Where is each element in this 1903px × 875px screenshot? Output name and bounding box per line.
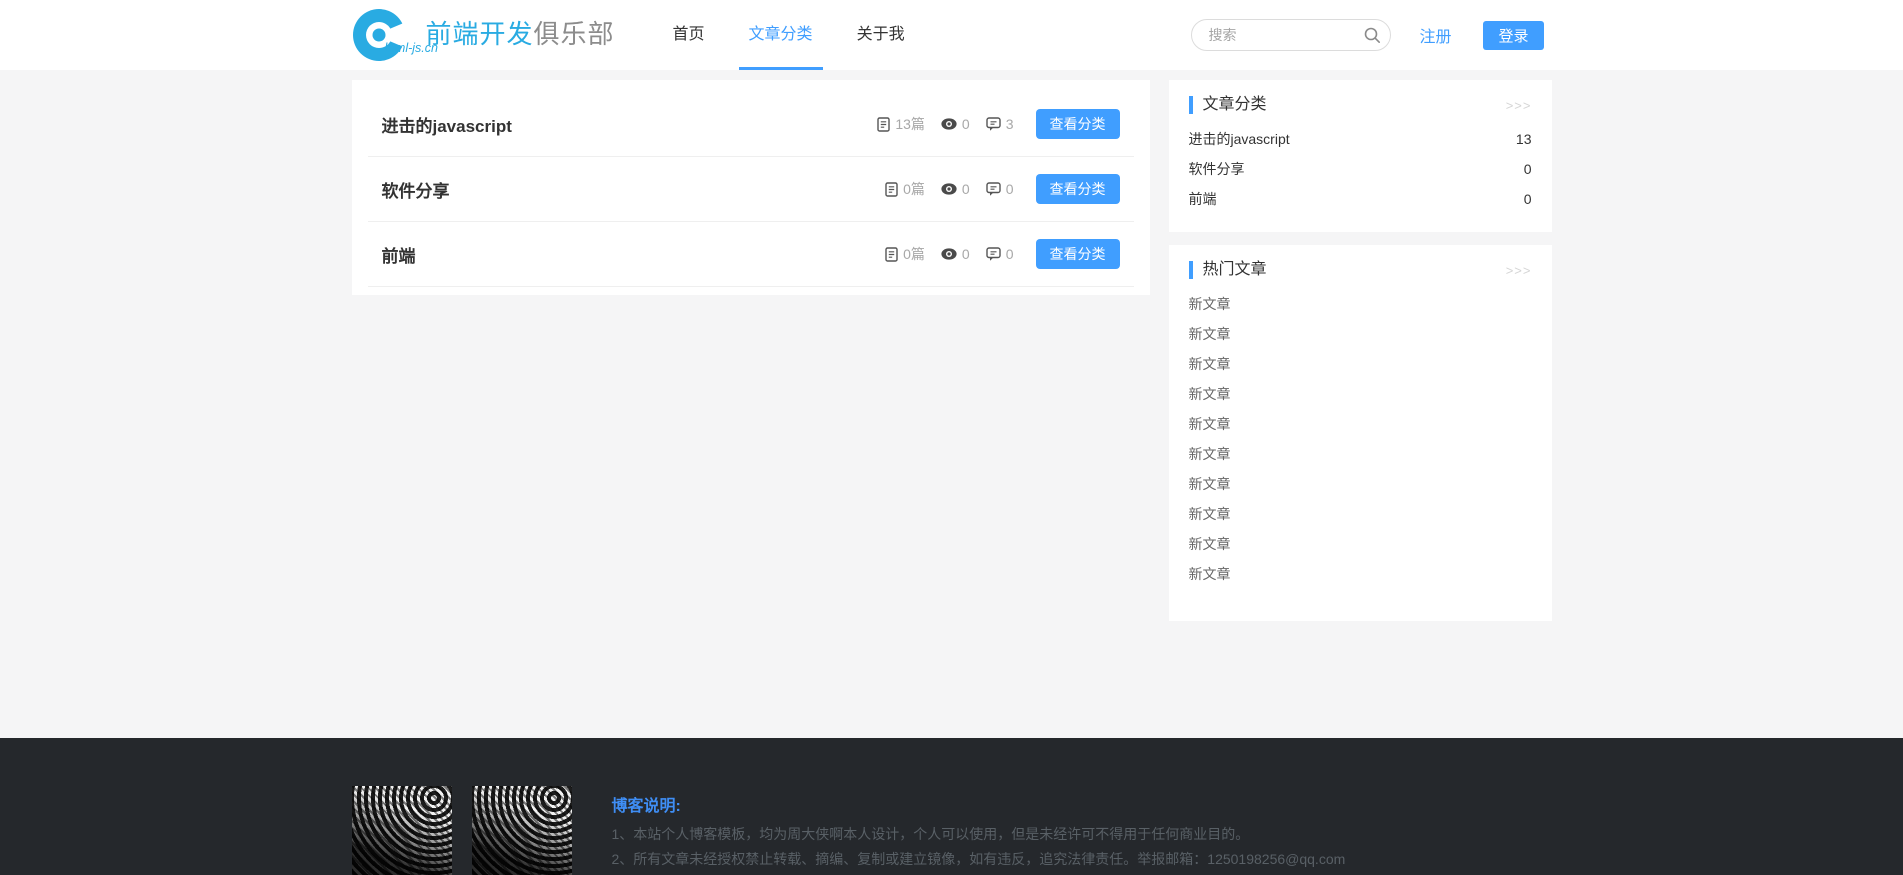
hot-article-item[interactable]: 新文章 xyxy=(1189,379,1532,409)
comment-icon xyxy=(986,182,1001,196)
sidebar-category-count: 13 xyxy=(1515,131,1532,147)
sidebar-category-item[interactable]: 进击的javascript 13 xyxy=(1189,124,1532,154)
comments-count: 3 xyxy=(1005,116,1014,132)
footer-images xyxy=(351,786,572,875)
category-row: 进击的javascript 13篇 0 3 查看分类 xyxy=(367,92,1134,157)
articles-stat: 0篇 xyxy=(885,179,925,199)
site-domain: html-js.cn xyxy=(384,41,438,55)
search-box xyxy=(1191,19,1392,51)
category-row: 前端 0篇 0 0 查看分类 xyxy=(367,222,1134,287)
search-input[interactable] xyxy=(1191,19,1392,51)
hot-article-item[interactable]: 新文章 xyxy=(1189,319,1532,349)
views-stat: 0 xyxy=(941,181,970,197)
articles-count: 0篇 xyxy=(903,181,925,197)
comments-stat: 3 xyxy=(986,116,1014,132)
sidebar-category-label: 进击的javascript xyxy=(1188,131,1290,147)
hot-articles-more-link[interactable]: >>> xyxy=(1506,263,1532,278)
category-stats: 0篇 0 0 xyxy=(885,179,1014,199)
sidebar-category-label: 软件分享 xyxy=(1188,161,1245,177)
footer-text: 博客说明: 1、本站个人博客模板，均为周大侠啊本人设计，个人可以使用，但是未经许… xyxy=(612,786,1346,875)
sidebar: 文章分类 >>> 进击的javascript 13 软件分享 0 前端 0 热门… xyxy=(1168,80,1552,621)
view-category-button[interactable]: 查看分类 xyxy=(1035,174,1120,204)
sidebar-category-label: 前端 xyxy=(1188,191,1217,207)
site-title: 前端开发俱乐部 xyxy=(426,14,615,70)
hot-articles-box: 热门文章 >>> 新文章 新文章 新文章 新文章 新文章 新文章 新文章 新文章… xyxy=(1168,245,1552,621)
articles-stat: 13篇 xyxy=(877,114,925,134)
site-title-primary: 前端开发 xyxy=(425,19,534,49)
hot-articles-header: 热门文章 >>> xyxy=(1188,261,1532,279)
footer-image xyxy=(471,786,572,875)
articles-icon xyxy=(877,116,891,132)
site-title-secondary: 俱乐部 xyxy=(533,19,615,49)
sidebar-category-count: 0 xyxy=(1523,191,1532,207)
hot-article-item[interactable]: 新文章 xyxy=(1189,469,1532,499)
comments-stat: 0 xyxy=(986,181,1014,197)
articles-icon xyxy=(885,181,898,197)
hot-article-item[interactable]: 新文章 xyxy=(1189,409,1532,439)
eye-icon xyxy=(941,183,957,195)
category-more-link[interactable]: >>> xyxy=(1506,98,1532,113)
views-stat: 0 xyxy=(941,116,970,132)
nav-item[interactable]: 文章分类 xyxy=(738,0,823,70)
hot-article-item[interactable]: 新文章 xyxy=(1189,439,1532,469)
eye-icon xyxy=(941,248,957,260)
footer-heading: 博客说明: xyxy=(611,798,681,815)
main-nav: 首页 文章分类 关于我 xyxy=(671,0,947,70)
main-area: 进击的javascript 13篇 0 3 查看分类 软件分享 0篇 0 0 查… xyxy=(0,70,1903,738)
views-stat: 0 xyxy=(941,246,970,262)
comment-icon xyxy=(986,117,1001,131)
footer-image xyxy=(351,786,452,875)
hot-article-item[interactable]: 新文章 xyxy=(1189,529,1532,559)
hot-article-item[interactable]: 新文章 xyxy=(1189,559,1532,589)
site-footer: 博客说明: 1、本站个人博客模板，均为周大侠啊本人设计，个人可以使用，但是未经许… xyxy=(0,738,1903,875)
sidebar-category-list: 进击的javascript 13 软件分享 0 前端 0 xyxy=(1189,124,1532,214)
eye-icon xyxy=(941,118,957,130)
category-title: 软件分享 xyxy=(381,181,450,201)
comments-stat: 0 xyxy=(986,246,1014,262)
site-header: 前端开发俱乐部 html-js.cn 首页 文章分类 关于我 搜索 注册 登录 xyxy=(0,0,1903,70)
hot-article-item[interactable]: 新文章 xyxy=(1189,289,1532,319)
category-stats: 0篇 0 0 xyxy=(885,244,1014,264)
hot-article-item[interactable]: 新文章 xyxy=(1189,499,1532,529)
category-row: 软件分享 0篇 0 0 查看分类 xyxy=(367,157,1134,222)
sidebar-category-box: 文章分类 >>> 进击的javascript 13 软件分享 0 前端 0 xyxy=(1168,80,1552,232)
hot-articles-list: 新文章 新文章 新文章 新文章 新文章 新文章 新文章 新文章 新文章 新文章 xyxy=(1189,289,1532,603)
header-actions: 注册 登录 xyxy=(1191,0,1551,70)
articles-count: 0篇 xyxy=(903,246,925,262)
comments-count: 0 xyxy=(1005,246,1014,262)
category-list: 进击的javascript 13篇 0 3 查看分类 软件分享 0篇 0 0 查… xyxy=(351,80,1150,295)
hot-articles-title: 热门文章 xyxy=(1188,261,1267,279)
login-button[interactable]: 登录 xyxy=(1483,20,1544,50)
view-category-button[interactable]: 查看分类 xyxy=(1035,109,1120,139)
footer-line: 2、所有文章未经授权禁止转载、摘编、复制或建立镜像，如有违反，追究法律责任。举报… xyxy=(611,851,1346,867)
nav-item[interactable]: 关于我 xyxy=(855,0,907,70)
view-category-button[interactable]: 查看分类 xyxy=(1035,239,1120,269)
search-icon[interactable] xyxy=(1363,26,1381,44)
comment-icon xyxy=(986,247,1001,261)
articles-icon xyxy=(885,246,898,262)
sidebar-category-title: 文章分类 xyxy=(1188,96,1267,114)
category-title: 进击的javascript xyxy=(381,116,512,136)
category-title: 前端 xyxy=(381,246,416,266)
views-count: 0 xyxy=(961,246,970,262)
site-logo[interactable]: 前端开发俱乐部 html-js.cn xyxy=(352,0,615,70)
sidebar-category-count: 0 xyxy=(1523,161,1532,177)
sidebar-category-item[interactable]: 前端 0 xyxy=(1189,184,1532,214)
hot-article-item[interactable]: 新文章 xyxy=(1189,349,1532,379)
nav-item[interactable]: 首页 xyxy=(671,0,707,70)
views-count: 0 xyxy=(961,116,970,132)
sidebar-category-item[interactable]: 软件分享 0 xyxy=(1189,154,1532,184)
category-stats: 13篇 0 3 xyxy=(877,114,1014,134)
footer-line: 1、本站个人博客模板，均为周大侠啊本人设计，个人可以使用，但是未经许可不得用于任… xyxy=(611,826,1250,842)
register-link[interactable]: 注册 xyxy=(1419,23,1451,47)
sidebar-category-header: 文章分类 >>> xyxy=(1188,96,1532,114)
articles-count: 13篇 xyxy=(895,116,925,132)
comments-count: 0 xyxy=(1005,181,1014,197)
views-count: 0 xyxy=(961,181,970,197)
articles-stat: 0篇 xyxy=(885,244,925,264)
